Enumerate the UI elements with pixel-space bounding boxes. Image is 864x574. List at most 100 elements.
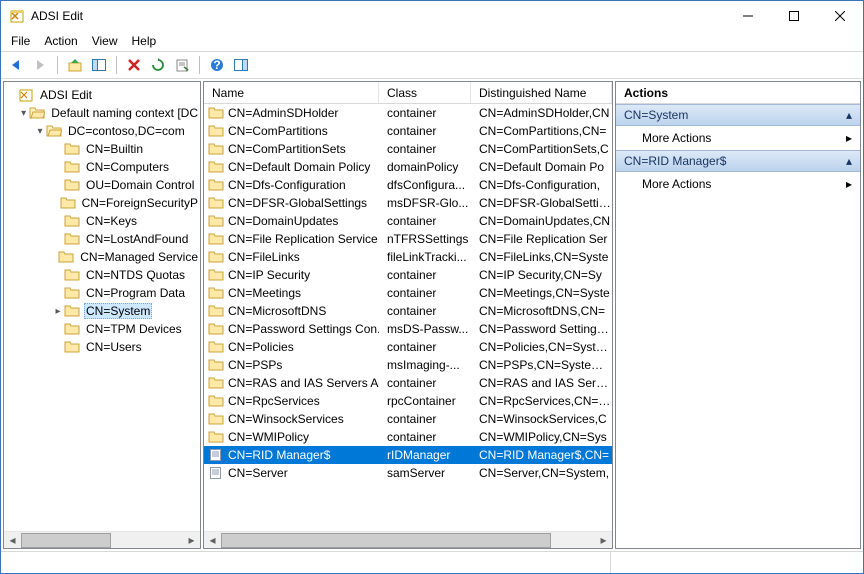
- column-class[interactable]: Class: [379, 82, 471, 103]
- show-hide-action-pane-button[interactable]: [230, 54, 252, 76]
- list-row[interactable]: CN=File Replication Service nTFRSSetting…: [204, 230, 612, 248]
- list-row[interactable]: CN=RpcServices rpcContainer CN=RpcServic…: [204, 392, 612, 410]
- row-class: rpcContainer: [379, 394, 471, 408]
- list-row[interactable]: CN=ComPartitions container CN=ComPartiti…: [204, 122, 612, 140]
- row-dn: CN=Server,CN=System,: [471, 466, 612, 480]
- row-class: container: [379, 430, 471, 444]
- tree-item-cn-program-data[interactable]: CN=Program Data: [4, 284, 200, 302]
- tree-item-cn-system[interactable]: ▸ CN=System: [4, 302, 200, 320]
- action-more-actions[interactable]: More Actions ▸: [616, 126, 860, 150]
- list-row[interactable]: CN=FileLinks fileLinkTracki... CN=FileLi…: [204, 248, 612, 266]
- tree-item-ou-domain-control[interactable]: OU=Domain Control: [4, 176, 200, 194]
- list-row[interactable]: CN=Policies container CN=Policies,CN=Sys…: [204, 338, 612, 356]
- column-dn[interactable]: Distinguished Name: [471, 82, 612, 103]
- tree-item-cn-users[interactable]: CN=Users: [4, 338, 200, 356]
- refresh-button[interactable]: [147, 54, 169, 76]
- tree-item-cn-users-icon: [64, 340, 80, 354]
- tree-pane: ADSI Edit ▾ Default naming context [DC ▾…: [3, 81, 201, 549]
- tree-item-cn-foreignsecurityp[interactable]: CN=ForeignSecurityP: [4, 194, 200, 212]
- menu-view[interactable]: View: [92, 34, 118, 48]
- action-section-header[interactable]: CN=System ▴: [616, 104, 860, 126]
- row-icon: [208, 376, 224, 390]
- list-row[interactable]: CN=WinsockServices container CN=WinsockS…: [204, 410, 612, 428]
- list-row[interactable]: CN=WMIPolicy container CN=WMIPolicy,CN=S…: [204, 428, 612, 446]
- row-class: fileLinkTracki...: [379, 250, 471, 264]
- tree-hscroll[interactable]: ◂▸: [4, 531, 200, 548]
- row-dn: CN=DFSR-GlobalSetting: [471, 196, 612, 210]
- list-row[interactable]: CN=MicrosoftDNS container CN=MicrosoftDN…: [204, 302, 612, 320]
- tree-item-label: CN=NTDS Quotas: [84, 268, 187, 282]
- collapse-icon[interactable]: ▴: [846, 108, 852, 122]
- list-row[interactable]: CN=DFSR-GlobalSettings msDFSR-Glo... CN=…: [204, 194, 612, 212]
- row-class: container: [379, 142, 471, 156]
- tree-item-label: CN=Builtin: [84, 142, 145, 156]
- tree-root[interactable]: ADSI Edit: [4, 86, 200, 104]
- row-name: CN=AdminSDHolder: [228, 106, 338, 120]
- tree-item-cn-lostandfound[interactable]: CN=LostAndFound: [4, 230, 200, 248]
- tree-item-cn-builtin[interactable]: CN=Builtin: [4, 140, 200, 158]
- show-hide-tree-button[interactable]: [88, 54, 110, 76]
- list-row[interactable]: CN=ComPartitionSets container CN=ComPart…: [204, 140, 612, 158]
- up-button[interactable]: [64, 54, 86, 76]
- collapse-icon[interactable]: ▴: [846, 154, 852, 168]
- tree-context[interactable]: ▾ Default naming context [DC: [4, 104, 200, 122]
- row-class: rIDManager: [379, 448, 471, 462]
- menu-help[interactable]: Help: [132, 34, 157, 48]
- tree-item-label: Default naming context [DC: [49, 106, 200, 120]
- toolbar: ?: [1, 51, 863, 79]
- column-name[interactable]: Name: [204, 82, 379, 103]
- row-name: CN=Policies: [228, 340, 294, 354]
- list-row[interactable]: CN=Server samServer CN=Server,CN=System,: [204, 464, 612, 482]
- list-row[interactable]: CN=RAS and IAS Servers Ac... container C…: [204, 374, 612, 392]
- action-section-header[interactable]: CN=RID Manager$ ▴: [616, 150, 860, 172]
- tree-item-label: CN=TPM Devices: [84, 322, 184, 336]
- action-more-actions[interactable]: More Actions ▸: [616, 172, 860, 196]
- list-row[interactable]: CN=Default Domain Policy domainPolicy CN…: [204, 158, 612, 176]
- expand-icon[interactable]: ▾: [18, 108, 29, 119]
- help-button[interactable]: ?: [206, 54, 228, 76]
- app-icon: [9, 8, 25, 24]
- row-name: CN=PSPs: [228, 358, 282, 372]
- list-row[interactable]: CN=DomainUpdates container CN=DomainUpda…: [204, 212, 612, 230]
- delete-button[interactable]: [123, 54, 145, 76]
- back-button[interactable]: [5, 54, 27, 76]
- export-list-button[interactable]: [171, 54, 193, 76]
- list-pane: Name Class Distinguished Name CN=AdminSD…: [203, 81, 613, 549]
- tree-item-cn-tpm-devices[interactable]: CN=TPM Devices: [4, 320, 200, 338]
- menu-action[interactable]: Action: [44, 34, 77, 48]
- row-dn: CN=ComPartitions,CN=: [471, 124, 612, 138]
- list-row[interactable]: CN=IP Security container CN=IP Security,…: [204, 266, 612, 284]
- list-row[interactable]: CN=PSPs msImaging-... CN=PSPs,CN=System,…: [204, 356, 612, 374]
- expand-icon[interactable]: ▸: [52, 306, 64, 317]
- tree-item-cn-keys[interactable]: CN=Keys: [4, 212, 200, 230]
- tree-item-cn-lostandfound-icon: [64, 232, 80, 246]
- actions-header: Actions: [616, 82, 860, 104]
- list-row[interactable]: CN=RID Manager$ rIDManager CN=RID Manage…: [204, 446, 612, 464]
- row-icon: [208, 196, 224, 210]
- tree-item-cn-computers[interactable]: CN=Computers: [4, 158, 200, 176]
- tree-item-ou-domain-control-icon: [64, 178, 80, 192]
- menu-file[interactable]: File: [11, 34, 30, 48]
- list-row[interactable]: CN=Dfs-Configuration dfsConfigura... CN=…: [204, 176, 612, 194]
- close-button[interactable]: [817, 1, 863, 31]
- row-dn: CN=RID Manager$,CN=: [471, 448, 612, 462]
- row-name: CN=RpcServices: [228, 394, 320, 408]
- row-dn: CN=AdminSDHolder,CN: [471, 106, 612, 120]
- tree-dc[interactable]: ▾ DC=contoso,DC=com: [4, 122, 200, 140]
- row-dn: CN=WinsockServices,C: [471, 412, 612, 426]
- list-hscroll[interactable]: ◂▸: [204, 531, 612, 548]
- minimize-button[interactable]: [725, 1, 771, 31]
- row-icon: [208, 160, 224, 174]
- tree[interactable]: ADSI Edit ▾ Default naming context [DC ▾…: [4, 82, 200, 531]
- forward-button[interactable]: [29, 54, 51, 76]
- maximize-button[interactable]: [771, 1, 817, 31]
- list-body[interactable]: CN=AdminSDHolder container CN=AdminSDHol…: [204, 104, 612, 531]
- expand-icon[interactable]: ▾: [34, 126, 46, 137]
- tree-item-cn-ntds-quotas[interactable]: CN=NTDS Quotas: [4, 266, 200, 284]
- list-row[interactable]: CN=Password Settings Con... msDS-Passw..…: [204, 320, 612, 338]
- row-class: msDFSR-Glo...: [379, 196, 471, 210]
- tree-item-cn-managed-service[interactable]: CN=Managed Service: [4, 248, 200, 266]
- list-row[interactable]: CN=AdminSDHolder container CN=AdminSDHol…: [204, 104, 612, 122]
- list-row[interactable]: CN=Meetings container CN=Meetings,CN=Sys…: [204, 284, 612, 302]
- tree-root-icon: [18, 88, 34, 102]
